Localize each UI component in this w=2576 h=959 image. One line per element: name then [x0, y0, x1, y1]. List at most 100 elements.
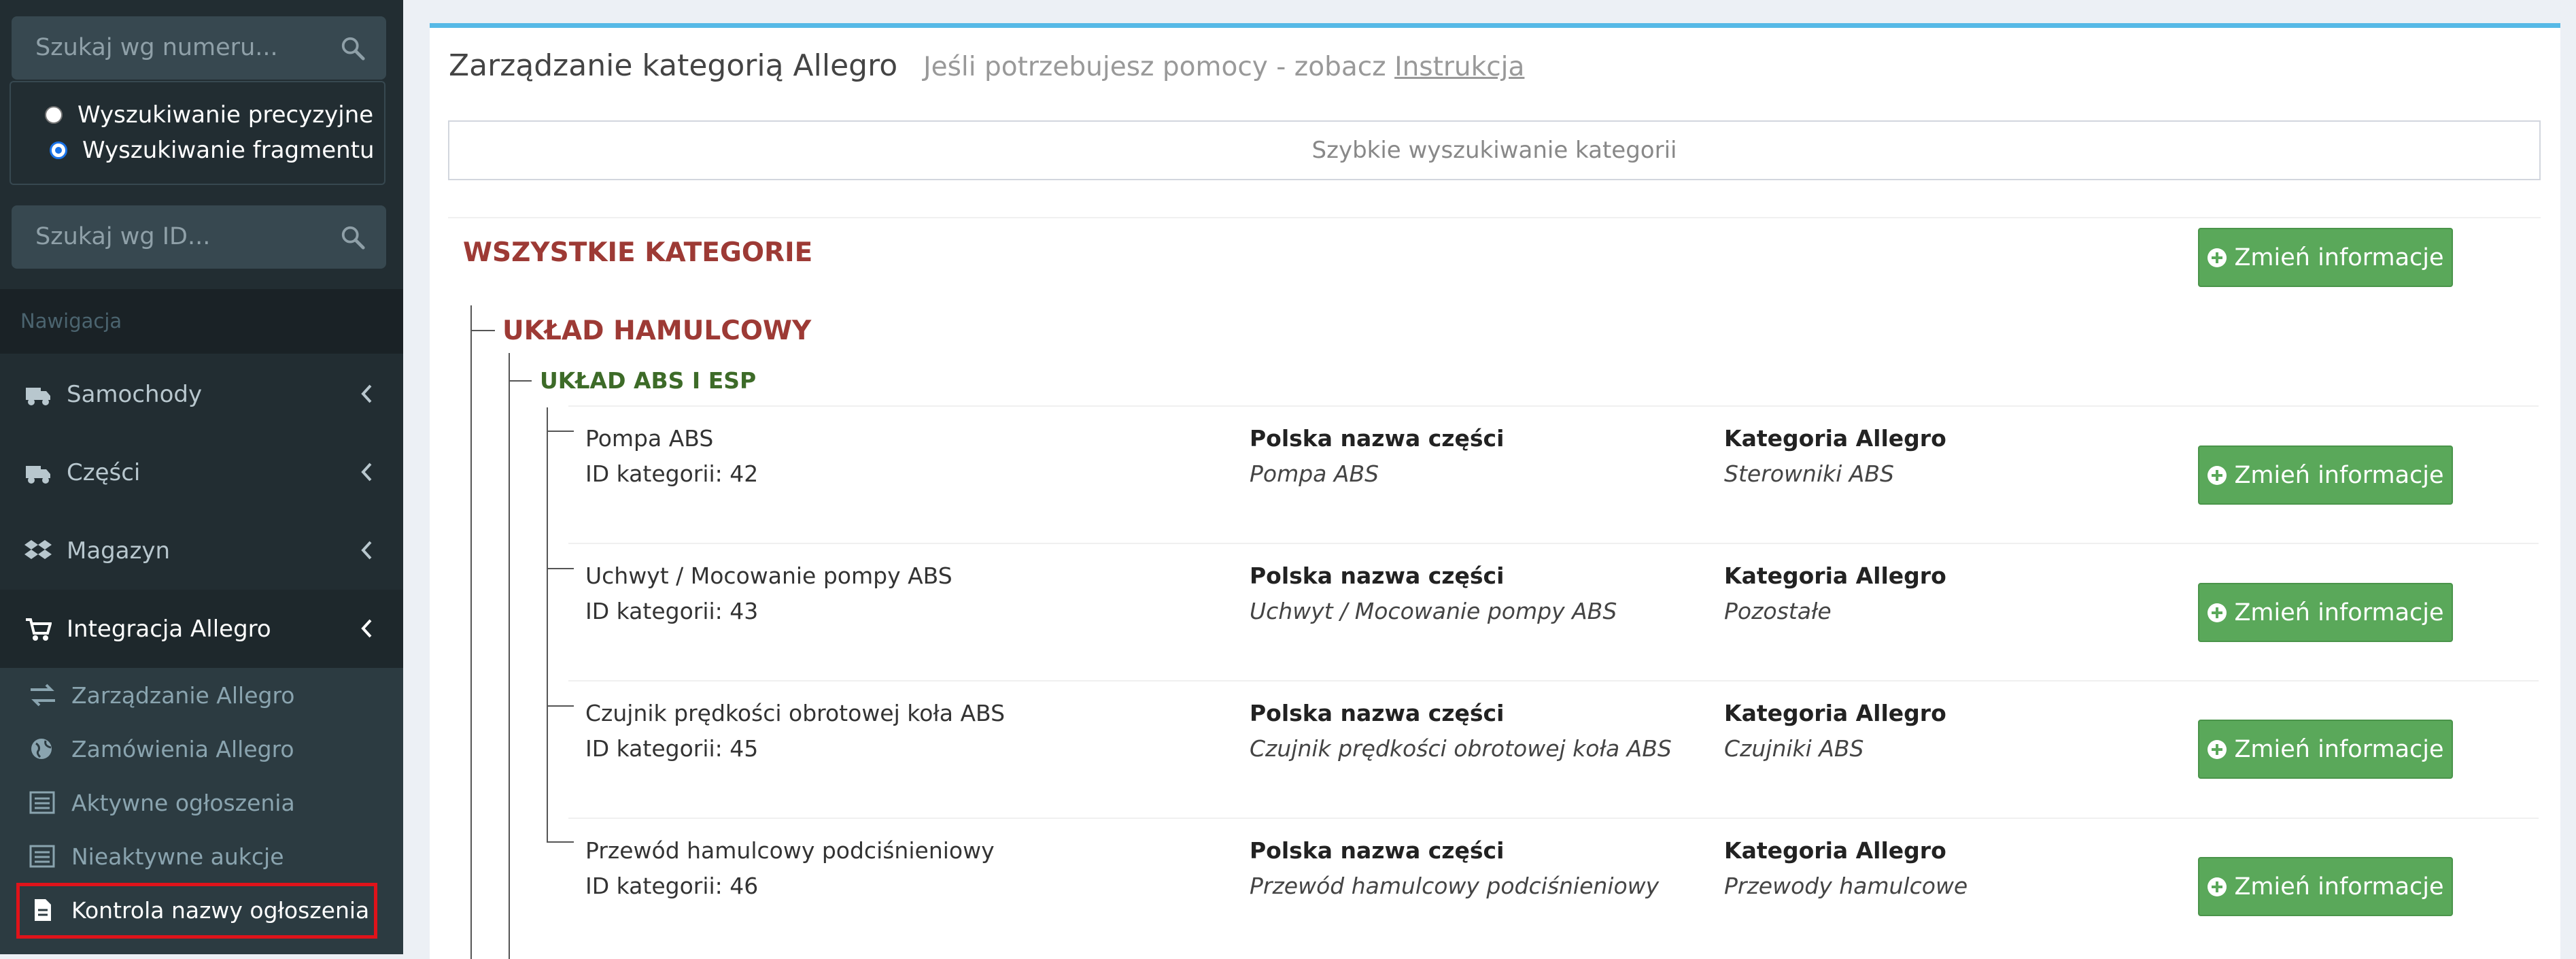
tree-line [509, 353, 510, 959]
edit-info-button[interactable]: Zmień informacje [2198, 857, 2453, 916]
row-id: ID kategorii: 42 [585, 460, 759, 487]
search-number-input[interactable]: Szukaj wg numeru... [12, 16, 386, 80]
row-name: Przewód hamulcowy podciśnieniowy [585, 837, 995, 864]
row-divider [568, 543, 2539, 544]
submenu-item-aktywne[interactable]: Aktywne ogłoszenia [0, 779, 403, 826]
allegro-category-label: Kategoria Allegro [1724, 425, 1946, 452]
row-divider [568, 680, 2539, 682]
search-icon[interactable] [340, 224, 366, 250]
allegro-category-value: Przewody hamulcowe [1724, 873, 1968, 899]
row-id: ID kategorii: 43 [585, 598, 759, 624]
allegro-category-value: Czujniki ABS [1724, 735, 1864, 762]
chevron-left-icon [361, 462, 372, 482]
radio-precise[interactable]: Wyszukiwanie precyzyjne [45, 98, 373, 132]
edit-info-button[interactable]: Zmień informacje [2198, 583, 2453, 642]
radio-precise-label: Wyszukiwanie precyzyjne [78, 101, 374, 129]
sidebar: Szukaj wg numeru... Wyszukiwanie precyzy… [0, 0, 403, 954]
chevron-left-icon [361, 384, 372, 403]
search-id-input[interactable]: Szukaj wg ID... [12, 205, 386, 269]
menu-item-magazyn[interactable]: Magazyn [0, 511, 403, 590]
submenu-item-label: Aktywne ogłoszenia [71, 789, 295, 816]
plus-circle-icon [2208, 248, 2227, 267]
allegro-category-label: Kategoria Allegro [1724, 700, 1946, 726]
category-panel: Zarządzanie kategorią Allegro Jeśli potr… [430, 23, 2560, 959]
submenu-item-label: Nieaktywne aukcje [71, 843, 284, 870]
radio-fragment-label: Wyszukiwanie fragmentu [82, 137, 375, 164]
tree-line [547, 431, 574, 432]
row-name: Czujnik prędkości obrotowej koła ABS [585, 700, 1006, 726]
search-icon[interactable] [340, 35, 366, 61]
tree-line [547, 841, 574, 843]
button-label: Zmień informacje [2234, 599, 2444, 626]
menu-item-label: Części [67, 458, 141, 486]
menu-item-label: Samochody [67, 380, 203, 408]
truck-icon [26, 465, 50, 484]
search-mode-group: Wyszukiwanie precyzyjne Wyszukiwanie fra… [10, 81, 385, 185]
polish-name-label: Polska nazwa części [1250, 700, 1505, 726]
page-title-text: Zarządzanie kategorią Allegro [449, 48, 898, 83]
menu-item-samochody[interactable]: Samochody [0, 355, 403, 433]
highlight-box [16, 883, 377, 939]
cart-icon [26, 618, 52, 641]
tree-line [470, 330, 495, 331]
menu-item-label: Magazyn [67, 537, 171, 565]
button-label: Zmień informacje [2234, 873, 2444, 901]
exchange-icon [31, 684, 55, 707]
menu-item-label: Integracja Allegro [67, 615, 271, 643]
polish-name-value: Uchwyt / Mocowanie pompy ABS [1250, 598, 1617, 624]
chevron-down-icon [361, 619, 372, 638]
help-text-label: Jeśli potrzebujesz pomocy - zobacz [923, 52, 1386, 82]
radio-precise-button[interactable] [45, 106, 63, 124]
list-icon [29, 845, 55, 868]
row-divider [568, 405, 2539, 407]
nav-header: Nawigacja [0, 289, 403, 354]
row-id: ID kategorii: 45 [585, 735, 759, 762]
radio-fragment-button[interactable] [50, 141, 67, 159]
divider [448, 217, 2541, 218]
polish-name-value: Przewód hamulcowy podciśnieniowy [1250, 873, 1660, 899]
edit-info-button[interactable]: Zmień informacje [2198, 720, 2453, 779]
tree-line [547, 705, 574, 707]
allegro-category-value: Pozostałe [1724, 598, 1832, 624]
menu-item-czesci[interactable]: Części [0, 433, 403, 511]
help-text: Jeśli potrzebujesz pomocy - zobacz Instr… [923, 52, 1524, 82]
submenu-item-zamowienia[interactable]: Zamówienia Allegro [0, 725, 403, 773]
polish-name-label: Polska nazwa części [1250, 837, 1505, 864]
tree-line [547, 568, 574, 569]
dropbox-icon [24, 539, 52, 559]
radio-fragment[interactable]: Wyszukiwanie fragmentu [50, 133, 375, 167]
edit-info-button-all[interactable]: Zmień informacje [2198, 228, 2453, 287]
submenu-item-nieaktywne[interactable]: Nieaktywne aukcje [0, 832, 403, 880]
button-label: Zmień informacje [2234, 243, 2444, 271]
allegro-category-label: Kategoria Allegro [1724, 837, 1946, 864]
plus-circle-icon [2208, 603, 2227, 622]
edit-info-button[interactable]: Zmień informacje [2198, 445, 2453, 505]
search-id-placeholder: Szukaj wg ID... [35, 223, 211, 250]
instruction-link[interactable]: Instrukcja [1394, 52, 1524, 82]
submenu-item-label: Zamówienia Allegro [71, 735, 294, 762]
allegro-category-label: Kategoria Allegro [1724, 562, 1946, 589]
polish-name-value: Czujnik prędkości obrotowej koła ABS [1250, 735, 1672, 762]
polish-name-label: Polska nazwa części [1250, 425, 1505, 452]
button-label: Zmień informacje [2234, 461, 2444, 489]
polish-name-label: Polska nazwa części [1250, 562, 1505, 589]
plus-circle-icon [2208, 739, 2227, 759]
plus-circle-icon [2208, 877, 2227, 896]
globe-icon [31, 739, 52, 759]
allegro-category-value: Sterowniki ABS [1724, 460, 1894, 487]
menu-item-integracja-allegro[interactable]: Integracja Allegro [0, 590, 403, 668]
category-level2-title: UKŁAD ABS I ESP [540, 367, 757, 394]
submenu-item-zarzadzanie[interactable]: Zarządzanie Allegro [0, 671, 403, 719]
row-name: Pompa ABS [585, 425, 714, 452]
category-all-title: WSZYSTKIE KATEGORIE [463, 237, 813, 268]
category-level1-title: UKŁAD HAMULCOWY [502, 316, 812, 346]
plus-circle-icon [2208, 465, 2227, 485]
row-id: ID kategorii: 46 [585, 873, 759, 899]
page-title: Zarządzanie kategorią Allegro Jeśli potr… [449, 48, 1524, 83]
list-icon [29, 791, 55, 814]
quick-search-input[interactable]: Szybkie wyszukiwanie kategorii [448, 120, 2541, 180]
tree-line [547, 407, 548, 843]
tree-line [509, 380, 532, 382]
button-label: Zmień informacje [2234, 735, 2444, 763]
search-number-placeholder: Szukaj wg numeru... [35, 34, 278, 61]
